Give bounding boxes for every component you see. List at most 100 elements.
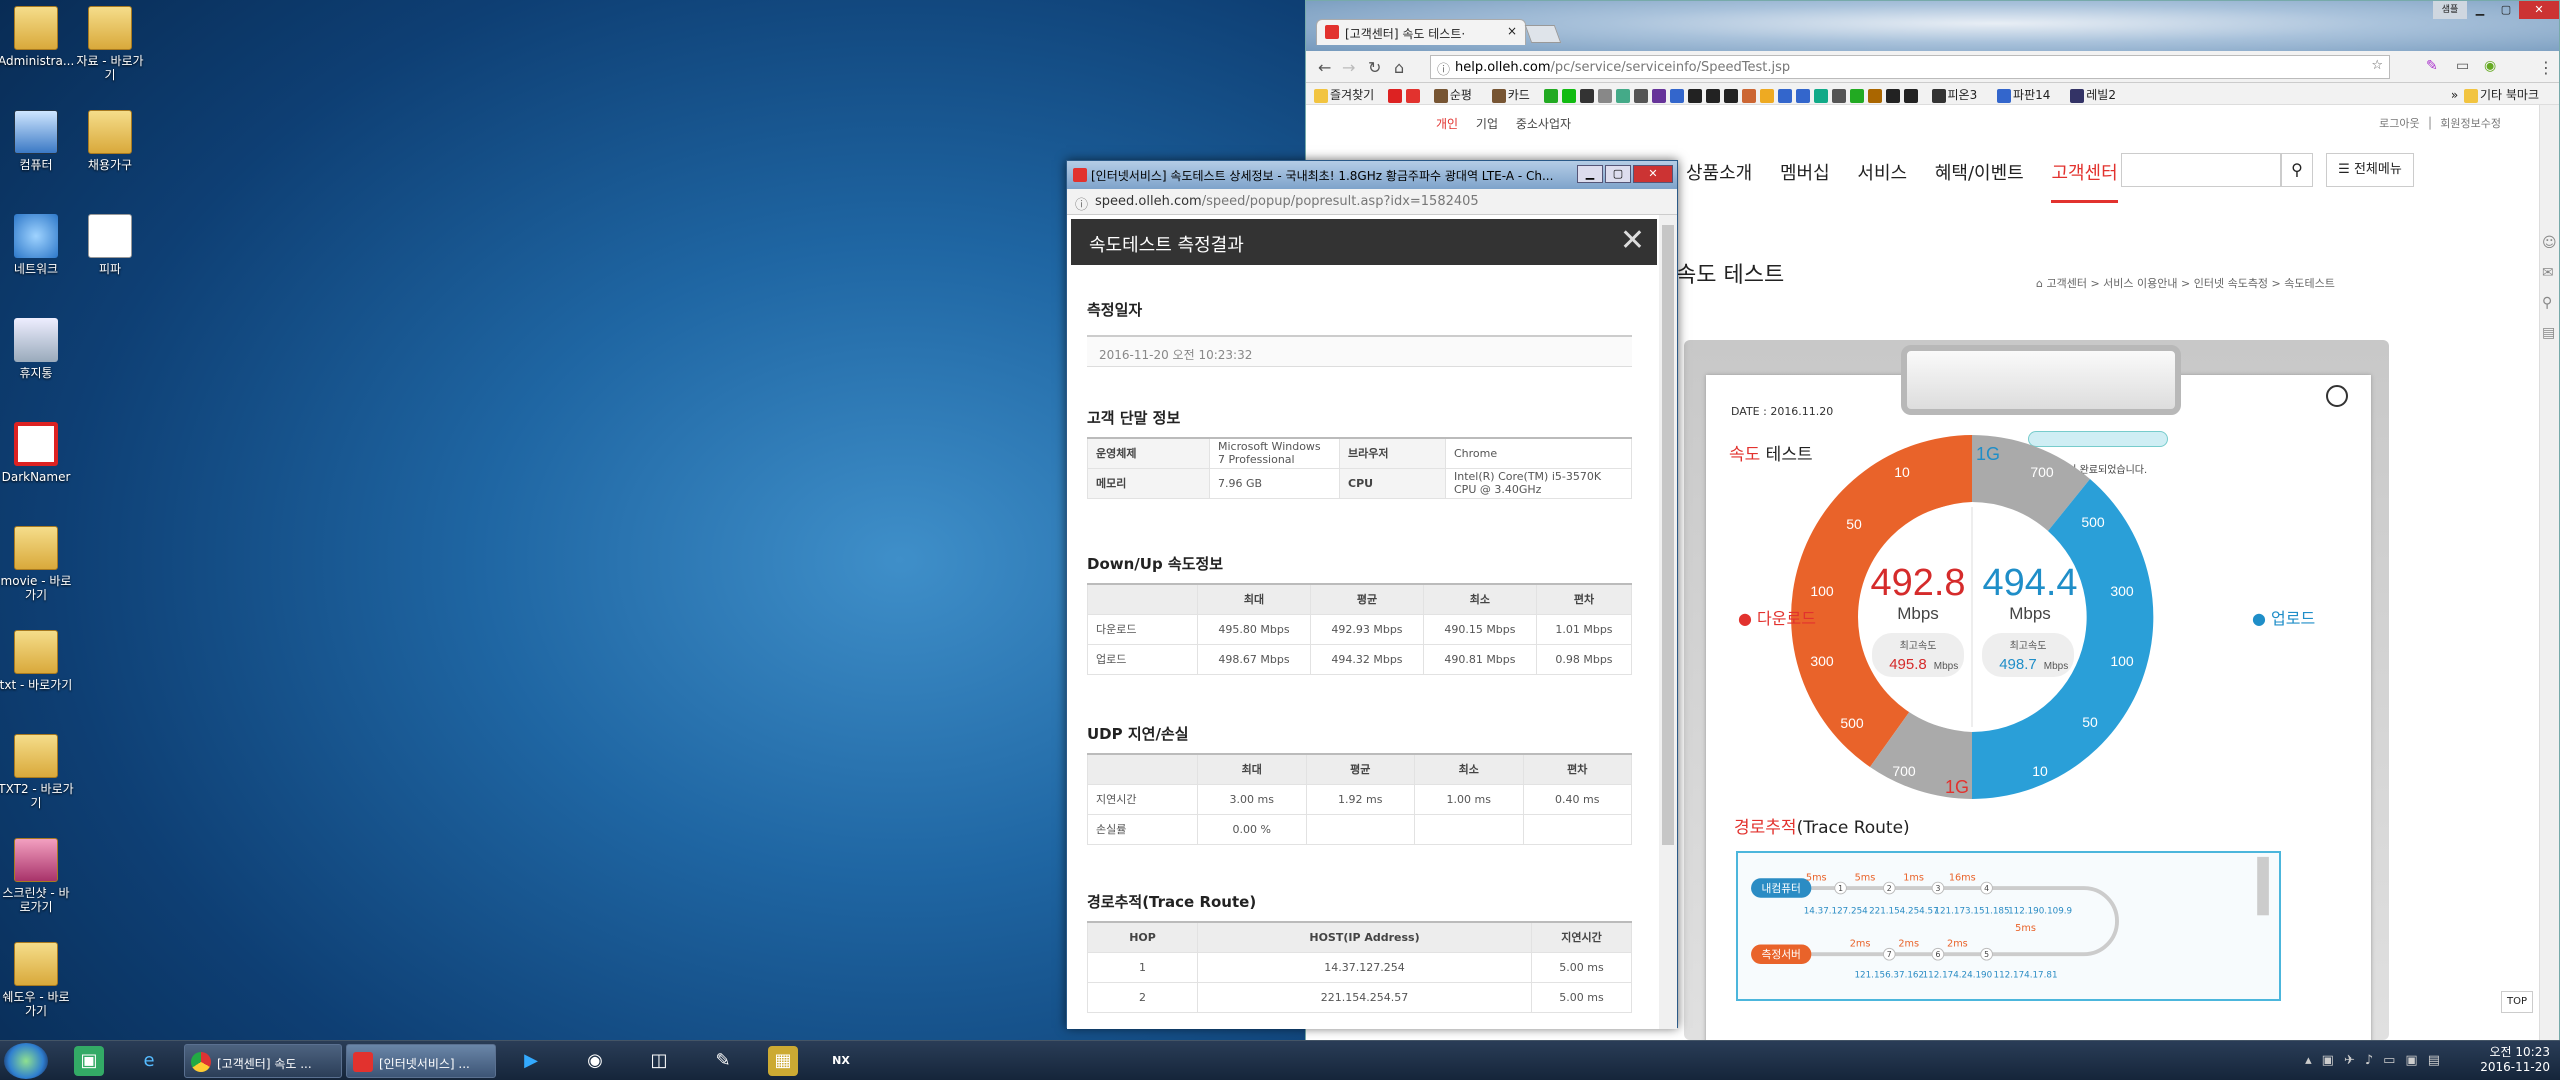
desktop-icon-network[interactable]: 네트워크 — [0, 214, 74, 276]
nav-events[interactable]: 혜택/이벤트 — [1935, 163, 2024, 184]
minimize-icon[interactable]: ▁ — [2467, 1, 2493, 19]
bookmark-icon — [1433, 88, 1448, 103]
ie-icon[interactable]: e — [134, 1046, 164, 1076]
hop-number: 7 — [1887, 950, 1892, 959]
desktop-icon-txt[interactable]: txt - 바로가기 — [0, 630, 74, 692]
hop-number: 2 — [1887, 884, 1892, 893]
desktop-icon-computer[interactable]: 컴퓨터 — [0, 110, 74, 172]
trace-scrollbar[interactable] — [2257, 856, 2269, 916]
chrome-menu-icon[interactable]: ⋮ — [2538, 58, 2554, 77]
back-icon[interactable]: ← — [1318, 58, 1331, 77]
forward-icon[interactable]: → — [1342, 58, 1355, 77]
desktop-icon-recycle-bin[interactable]: 휴지통 — [0, 318, 74, 380]
desktop-icon-darknamer[interactable]: DarkNamer — [0, 422, 74, 484]
bookmark-item[interactable]: 레빌2 — [2068, 86, 2116, 103]
minimize-icon[interactable]: ▁ — [1577, 165, 1603, 183]
nav-products[interactable]: 상품소개 — [1686, 163, 1752, 184]
clock[interactable]: 오전 10:23 2016-11-20 — [2480, 1045, 2550, 1075]
nav-services[interactable]: 서비스 — [1857, 163, 1907, 184]
app-icon[interactable]: ◉ — [580, 1046, 610, 1076]
extension-icon[interactable]: ▭ — [2456, 58, 2469, 74]
desktop-icon-shadow[interactable]: 쉐도우 - 바로가기 — [0, 942, 74, 1018]
cpu-value: Intel(R) Core(TM) i5-3570K CPU @ 3.40GHz — [1445, 467, 1632, 499]
bookmark-item[interactable]: 순평 — [1432, 86, 1472, 103]
close-icon[interactable]: ✕ — [1633, 165, 1673, 183]
search-icon[interactable]: ⚲ — [2542, 295, 2552, 311]
tab-speedtest[interactable]: [고객센터] 속도 테스트· × — [1316, 19, 1526, 45]
desktop-icon-folder[interactable]: 채용가구 — [72, 110, 148, 172]
taskbar-item-popup[interactable]: [인터넷서비스] ... — [346, 1044, 496, 1078]
cell: 1.01 Mbps — [1535, 613, 1633, 645]
other-bookmarks[interactable]: » 기타 북마크 — [2451, 86, 2539, 103]
menu-smb[interactable]: 중소사업자 — [1516, 117, 1571, 131]
desktop-icon-administrator[interactable]: Administra... — [0, 6, 74, 68]
maximize-icon[interactable]: ▢ — [1605, 165, 1631, 183]
nav-customer-center[interactable]: 고객센터 — [2051, 163, 2118, 203]
desktop-icon-shortcut[interactable]: 자료 - 바로가기 — [72, 6, 148, 82]
search-icon[interactable]: ⚲ — [2281, 153, 2313, 187]
desktop-icon-fifa[interactable]: 피파 — [72, 214, 148, 276]
bookmark-item[interactable]: 피온3 — [1930, 86, 1977, 103]
close-icon[interactable]: ✕ — [2519, 1, 2559, 19]
user-icon[interactable]: ☺ — [2542, 235, 2557, 251]
browser-label: 브라우저 — [1339, 437, 1446, 469]
col-header: 편차 — [1535, 583, 1633, 615]
terminal-icon[interactable]: ▣ — [74, 1046, 104, 1076]
nav-membership[interactable]: 멤버십 — [1780, 163, 1830, 184]
desktop-icon-movie[interactable]: movie - 바로가기 — [0, 526, 74, 602]
search-input[interactable] — [2121, 153, 2281, 187]
game-icon[interactable]: ▦ — [768, 1046, 798, 1076]
bookmark-favorites[interactable]: 즐겨찾기 — [1312, 86, 1374, 103]
desktop-icon-txt2[interactable]: TXT2 - 바로가기 — [0, 734, 74, 810]
download-max-value: 495.8 — [1889, 656, 1927, 673]
menu-personal[interactable]: 개인 — [1436, 117, 1458, 131]
edit-profile-link[interactable]: 회원정보수정 — [2440, 117, 2501, 130]
media-player-icon[interactable]: ▶ — [516, 1046, 546, 1076]
new-tab-button[interactable] — [1524, 25, 1562, 43]
bookmark-icon — [1931, 88, 1946, 103]
col-header: HOP — [1087, 921, 1198, 953]
extension-icon[interactable]: ✎ — [2426, 58, 2438, 74]
home-icon[interactable]: ⌂ — [2036, 277, 2043, 290]
reload-icon[interactable]: ↻ — [1368, 58, 1381, 77]
maximize-icon[interactable]: ▢ — [2493, 1, 2519, 19]
cell: 3.00 ms — [1197, 783, 1307, 815]
upload-max-label: 최고속도 — [2010, 640, 2047, 652]
logout-link[interactable]: 로그아웃 — [2379, 117, 2419, 130]
ul-tick: 10 — [2032, 763, 2048, 779]
scrollbar-thumb[interactable] — [1662, 225, 1674, 845]
desktop-icon-screenshot[interactable]: 스크린샷 - 바로가기 — [0, 838, 74, 914]
chat-icon[interactable]: ✉ — [2542, 265, 2554, 281]
tool-icon[interactable]: ✎ — [708, 1046, 738, 1076]
folder-icon — [14, 6, 58, 50]
nx-icon[interactable]: NX — [826, 1046, 856, 1076]
bookmark-icon — [2070, 88, 2085, 103]
extension-icon[interactable]: ◉ — [2484, 58, 2496, 74]
camera-icon[interactable]: ◫ — [644, 1046, 674, 1076]
taskbar-item-chrome[interactable]: [고객센터] 속도 ... — [184, 1044, 342, 1078]
clipboard-icon[interactable]: ▤ — [2542, 325, 2555, 341]
bookmark-star-icon[interactable]: ☆ — [2371, 58, 2383, 73]
bookmark-item[interactable]: 파판14 — [1995, 86, 2050, 103]
all-menu-button[interactable]: ☰ 전체메뉴 — [2326, 153, 2414, 187]
start-button[interactable] — [4, 1043, 48, 1079]
menu-business[interactable]: 기업 — [1476, 117, 1498, 131]
udp-table: 최대 평균 최소 편차 지연시간 3.00 ms 1.92 ms 1.00 ms 0.40 m… — [1087, 753, 1632, 845]
upload-legend: ● 업로드 — [2252, 609, 2316, 628]
speed-table: 최대 평균 최소 편차 다운로드 495.80 Mbps 492.93 Mbps 490.1… — [1087, 583, 1633, 675]
home-icon[interactable]: ⌂ — [1394, 58, 1404, 77]
system-tray[interactable]: ▴▣✈♪▭▣▤ — [2305, 1053, 2450, 1068]
popup-scrollbar[interactable] — [1659, 215, 1677, 1029]
download-max-unit: Mbps — [1934, 661, 1958, 672]
url-input[interactable]: ⓘ help.olleh.com/pc/service/serviceinfo/… — [1430, 55, 2390, 79]
download-unit: Mbps — [1897, 604, 1939, 623]
user-profile-button[interactable]: 샘플 — [2433, 1, 2467, 19]
col-header: 지연시간 — [1531, 921, 1632, 953]
scroll-top-button[interactable]: TOP — [2501, 991, 2533, 1013]
chrome-icon — [191, 1052, 211, 1072]
tab-close-icon[interactable]: × — [1507, 24, 1517, 38]
close-icon[interactable]: ✕ — [1620, 223, 1645, 258]
cell: 1 — [1087, 951, 1198, 983]
trace-route-diagram: 내컴퓨터 측정서버 5ms 5ms 1ms 16ms 5ms 2ms 2ms 2… — [1736, 851, 2281, 1001]
bookmark-item[interactable]: 카드 — [1490, 86, 1530, 103]
